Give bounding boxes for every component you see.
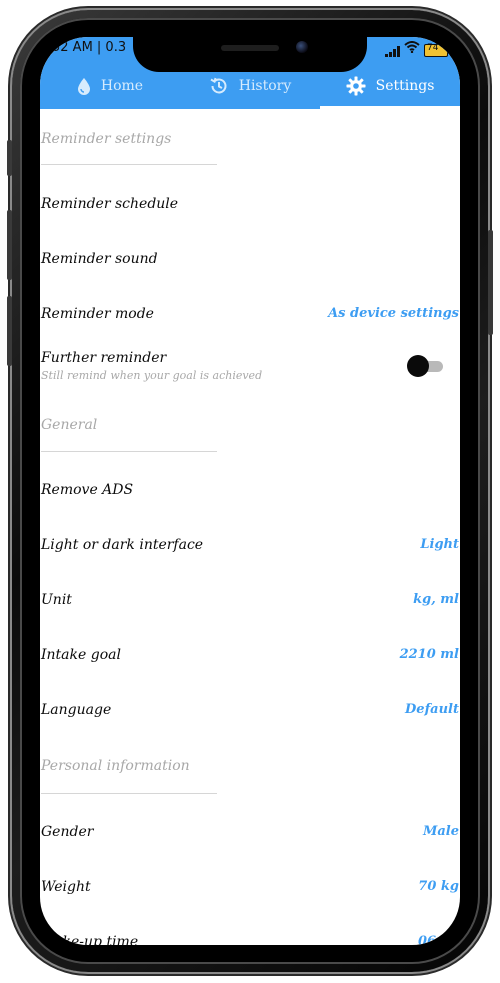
row-label: Language <box>41 702 112 718</box>
row-sublabel: Still remind when your goal is achieved <box>41 369 263 382</box>
row-intake-goal[interactable]: Intake goal 2210 ml <box>41 647 459 669</box>
side-button-left-1 <box>7 140 12 176</box>
row-interface-theme[interactable]: Light or dark interface Light <box>41 537 459 559</box>
row-reminder-sound[interactable]: Reminder sound <box>41 251 459 273</box>
row-value: Default <box>405 702 459 717</box>
row-gender[interactable]: Gender Male <box>41 824 459 846</box>
row-value: kg, ml <box>413 592 459 607</box>
side-button-left-2 <box>7 210 12 280</box>
front-camera <box>296 41 308 53</box>
toggle-knob <box>407 355 429 377</box>
signal-icon <box>385 45 400 57</box>
gear-icon <box>346 76 366 96</box>
row-label: Further reminder <box>41 350 167 366</box>
tab-settings-label: Settings <box>375 78 435 94</box>
side-button-right <box>488 230 493 335</box>
section-header-personal: Personal information <box>41 758 190 774</box>
row-further-reminder[interactable]: Further reminder Still remind when your … <box>41 350 459 386</box>
row-value: 2210 ml <box>399 647 459 662</box>
row-remove-ads[interactable]: Remove ADS <box>41 482 459 504</box>
row-reminder-schedule[interactable]: Reminder schedule <box>41 196 459 218</box>
row-label: Reminder mode <box>41 306 154 322</box>
row-value: 70 kg <box>418 879 459 894</box>
history-icon <box>209 76 229 96</box>
row-value: Male <box>422 824 459 839</box>
side-button-left-3 <box>7 296 12 366</box>
row-label: Intake goal <box>41 647 121 663</box>
section-divider <box>41 164 217 165</box>
section-header-reminder: Reminder settings <box>41 131 172 147</box>
battery-icon: 74 <box>424 43 448 57</box>
section-divider <box>41 451 217 452</box>
section-header-general: General <box>41 417 98 433</box>
settings-list: Reminder settings Reminder schedule Remi… <box>40 109 460 945</box>
row-label: Wake-up time <box>41 934 139 945</box>
tab-home-label: Home <box>100 78 144 94</box>
tab-history-label: History <box>238 78 292 94</box>
row-label: Gender <box>41 824 94 840</box>
row-language[interactable]: Language Default <box>41 702 459 724</box>
row-label: Reminder sound <box>41 251 158 267</box>
section-divider <box>41 793 217 794</box>
further-reminder-toggle[interactable] <box>407 355 445 377</box>
row-label: Reminder schedule <box>41 196 179 212</box>
row-unit[interactable]: Unit kg, ml <box>41 592 459 614</box>
wifi-icon <box>404 41 420 57</box>
row-wakeup-time[interactable]: Wake-up time 06:00 <box>41 934 459 945</box>
row-weight[interactable]: Weight 70 kg <box>41 879 459 901</box>
phone-screen: 52 AM | 0.3 74 Home History Settings Rem… <box>40 37 460 945</box>
row-value: Light <box>420 537 459 552</box>
row-label: Remove ADS <box>41 482 134 498</box>
status-time: 52 AM | 0.3 <box>52 40 127 55</box>
water-drop-icon <box>77 77 91 95</box>
row-reminder-mode[interactable]: Reminder mode As device settings <box>41 306 459 328</box>
row-value: As device settings <box>328 306 459 321</box>
row-label: Light or dark interface <box>41 537 204 553</box>
row-label: Weight <box>41 879 91 895</box>
phone-notch <box>133 36 367 72</box>
status-icons: 74 <box>385 41 448 57</box>
battery-level: 74 <box>427 43 439 53</box>
row-value: 06:00 <box>418 934 459 945</box>
speaker-grille <box>221 45 279 51</box>
row-label: Unit <box>41 592 72 608</box>
